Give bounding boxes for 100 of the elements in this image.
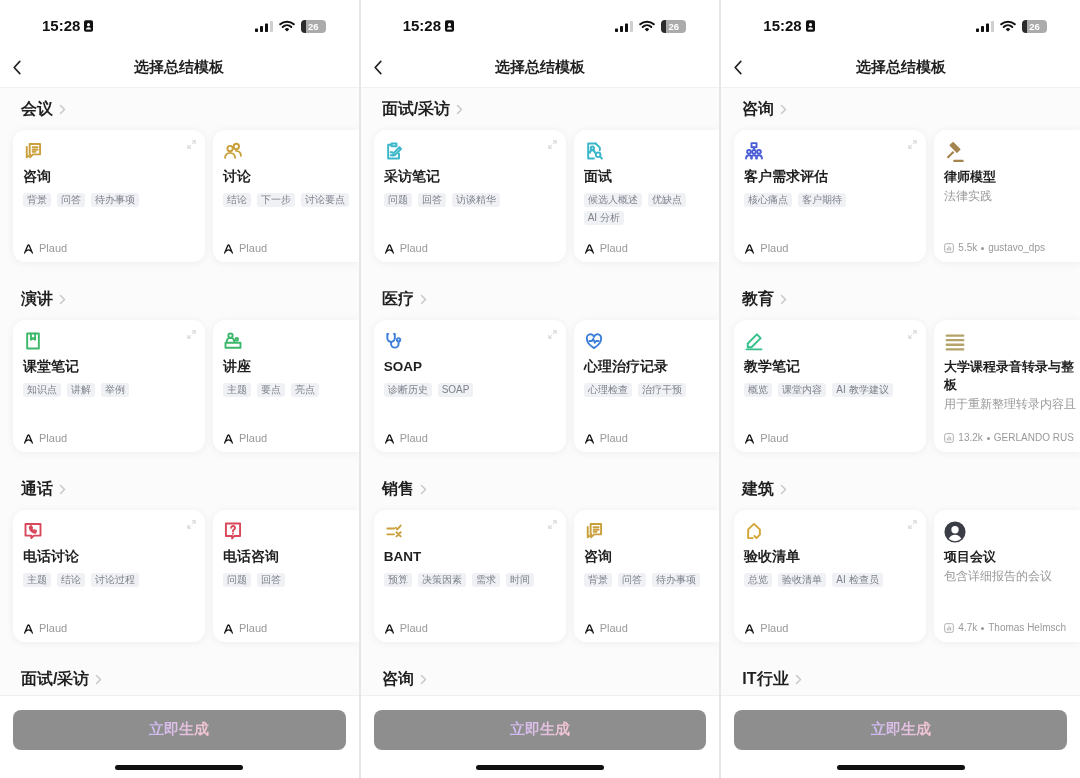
tag-chip: 结论 <box>57 573 85 587</box>
back-button[interactable] <box>12 59 24 76</box>
author-name: Plaud <box>599 621 628 635</box>
card-title: 验收清单 <box>744 548 802 566</box>
page-title: 选择总结模板 <box>494 57 586 77</box>
contact-card-icon <box>445 20 455 32</box>
category-link[interactable]: IT行业 <box>742 667 802 691</box>
author-name: Plaud <box>760 241 789 255</box>
template-card[interactable]: 面试 候选人概述 优缺点 AI 分析 Plaud <box>573 130 720 262</box>
card-title: 电话咨询 <box>223 548 280 566</box>
chevron-right-icon <box>419 293 427 305</box>
battery-level: 26 <box>661 19 687 33</box>
template-card[interactable]: 咨询 背景 问答 待办事项 Plaud <box>573 510 720 642</box>
card-subtitle: 用于重新整理转录内容且 <box>944 397 1078 412</box>
tag-chip: AI 检查员 <box>832 573 883 587</box>
logo-icon <box>583 432 595 444</box>
template-card[interactable]: 大学课程录音转录与整板 用于重新整理转录内容且 13.2k GERLANDO RUS <box>934 320 1080 452</box>
author-name: Plaud <box>760 621 789 635</box>
category-link[interactable]: 通话 <box>21 477 66 501</box>
expand-icon[interactable] <box>908 520 918 529</box>
page-title: 选择总结模板 <box>854 57 947 77</box>
tag-chip: 概览 <box>744 383 773 397</box>
category-link[interactable]: 会议 <box>21 97 66 121</box>
tag-chip: 需求 <box>471 573 500 587</box>
tag-chip: 回答 <box>257 573 285 587</box>
bar-chart-icon <box>944 433 955 443</box>
usage-count: 13.2k <box>958 431 983 445</box>
tag-chip: 问答 <box>617 573 646 587</box>
category-link[interactable]: 咨询 <box>742 97 788 121</box>
template-card[interactable]: 咨询 背景 问答 待办事项 Plaud <box>13 130 205 262</box>
logo-icon <box>23 242 34 254</box>
tag-chip: 主题 <box>223 383 251 397</box>
tag-chip: AI 分析 <box>583 211 624 225</box>
card-title: 心理治疗记录 <box>583 358 669 376</box>
author-name: Plaud <box>599 431 628 445</box>
category-link[interactable]: 医疗 <box>381 287 427 311</box>
author-name: gustavo_dps <box>988 241 1045 255</box>
author-name: Plaud <box>239 621 268 635</box>
tag-chip: 举例 <box>101 383 129 397</box>
template-card[interactable]: 采访笔记 问题 回答 访谈精华 Plaud <box>373 130 566 262</box>
tag-chip: 讨论过程 <box>91 573 139 587</box>
template-card[interactable]: SOAP 诊断历史 SOAP Plaud <box>373 320 566 452</box>
expand-icon[interactable] <box>908 330 918 339</box>
tag-chip: 验收清单 <box>778 573 827 587</box>
clock-time: 15:28 <box>402 17 442 35</box>
page-title: 选择总结模板 <box>133 57 226 77</box>
template-card[interactable]: 教学笔记 概览 课堂内容 AI 教学建议 Plaud <box>734 320 927 452</box>
author-name: Plaud <box>239 241 268 255</box>
category-link[interactable]: 建筑 <box>742 477 788 501</box>
tag-chip: 背景 <box>23 193 51 207</box>
expand-icon[interactable] <box>547 140 557 149</box>
template-card[interactable]: 电话讨论 主题 结论 讨论过程 Plaud <box>13 510 205 642</box>
tag-chip: 下一步 <box>257 193 295 207</box>
card-title: 面试 <box>583 168 613 186</box>
logo-icon <box>223 432 234 444</box>
template-card[interactable]: 律师模型 法律实践 5.5k gustavo_dps <box>934 130 1080 262</box>
expand-icon[interactable] <box>547 330 557 339</box>
card-title: 课堂笔记 <box>23 358 80 376</box>
card-title: 采访笔记 <box>383 168 441 186</box>
expand-icon[interactable] <box>187 140 196 149</box>
tag-chip: AI 教学建议 <box>832 383 893 397</box>
expand-icon[interactable] <box>547 520 557 529</box>
author-name: Plaud <box>39 621 68 635</box>
template-card[interactable]: 客户需求评估 核心痛点 客户期待 Plaud <box>734 130 927 262</box>
category-link[interactable]: 面试/采访 <box>381 97 464 121</box>
category-link[interactable]: 咨询 <box>381 667 427 691</box>
template-card[interactable]: 验收清单 总览 验收清单 AI 检查员 Plaud <box>734 510 927 642</box>
chevron-right-icon <box>780 103 788 115</box>
separator-dot-icon <box>981 626 985 630</box>
chevron-right-icon <box>95 673 103 685</box>
category-link[interactable]: 面试/采访 <box>21 667 103 691</box>
card-title: 项目会议 <box>944 548 998 566</box>
expand-icon[interactable] <box>908 140 918 149</box>
template-card[interactable]: 讲座 主题 要点 亮点 Plaud <box>213 320 359 452</box>
tag-chip: 待办事项 <box>91 193 139 207</box>
tag-chip: 决策因素 <box>417 573 466 587</box>
tag-chip: 问题 <box>383 193 412 207</box>
card-subtitle: 法律实践 <box>944 189 994 204</box>
chevron-right-icon <box>59 293 66 305</box>
template-card[interactable]: 讨论 结论 下一步 讨论要点 Plaud <box>213 130 359 262</box>
author-name: Plaud <box>239 431 268 445</box>
template-card[interactable]: BANT 预算 决策因素 需求 时间 Plaud <box>373 510 566 642</box>
category-link[interactable]: 销售 <box>381 477 427 501</box>
separator-dot-icon <box>986 436 990 440</box>
tag-chip: 访谈精华 <box>451 193 500 207</box>
tag-chip: 回答 <box>417 193 446 207</box>
expand-icon[interactable] <box>187 330 196 339</box>
template-card[interactable]: 心理治疗记录 心理检查 治疗干预 Plaud <box>573 320 720 452</box>
template-card[interactable]: 电话咨询 问题 回答 Plaud <box>213 510 359 642</box>
back-button[interactable] <box>372 59 385 76</box>
chevron-right-icon <box>780 483 788 495</box>
logo-icon <box>23 432 34 444</box>
expand-icon[interactable] <box>187 520 196 529</box>
template-card[interactable]: 项目会议 包含详细报告的会议 4.7k Thomas Helmsch <box>934 510 1080 642</box>
chevron-right-icon <box>794 673 802 685</box>
category-link[interactable]: 演讲 <box>21 287 66 311</box>
category-link[interactable]: 教育 <box>742 287 788 311</box>
template-card[interactable]: 课堂笔记 知识点 讲解 举例 Plaud <box>13 320 205 452</box>
logo-icon <box>744 622 756 634</box>
separator-dot-icon <box>981 246 985 250</box>
